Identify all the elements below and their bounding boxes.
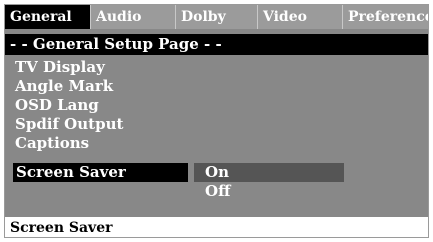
tab-general[interactable]: General bbox=[5, 5, 91, 29]
menu-item-tv-display[interactable]: TV Display bbox=[15, 58, 105, 77]
menu-item-angle-mark[interactable]: Angle Mark bbox=[15, 77, 113, 96]
menu-item-captions[interactable]: Captions bbox=[15, 134, 89, 153]
tab-dolby[interactable]: Dolby bbox=[176, 5, 258, 29]
tab-preference[interactable]: Preference bbox=[343, 5, 428, 29]
page-title: - - General Setup Page - - bbox=[5, 34, 428, 55]
tab-audio[interactable]: Audio bbox=[91, 5, 176, 29]
menu-item-osd-lang[interactable]: OSD Lang bbox=[15, 96, 99, 115]
tab-video[interactable]: Video bbox=[258, 5, 343, 29]
option-off[interactable]: Off bbox=[194, 182, 230, 201]
tab-bar: General Audio Dolby Video Preference bbox=[5, 5, 428, 29]
menu-item-spdif-output[interactable]: Spdif Output bbox=[15, 115, 123, 134]
menu-item-screen-saver[interactable]: Screen Saver bbox=[13, 163, 188, 182]
status-bar: Screen Saver bbox=[5, 217, 428, 237]
status-text: Screen Saver bbox=[10, 220, 113, 236]
setup-menu-panel: General Audio Dolby Video Preference - -… bbox=[4, 4, 429, 238]
option-on[interactable]: On bbox=[194, 163, 344, 182]
